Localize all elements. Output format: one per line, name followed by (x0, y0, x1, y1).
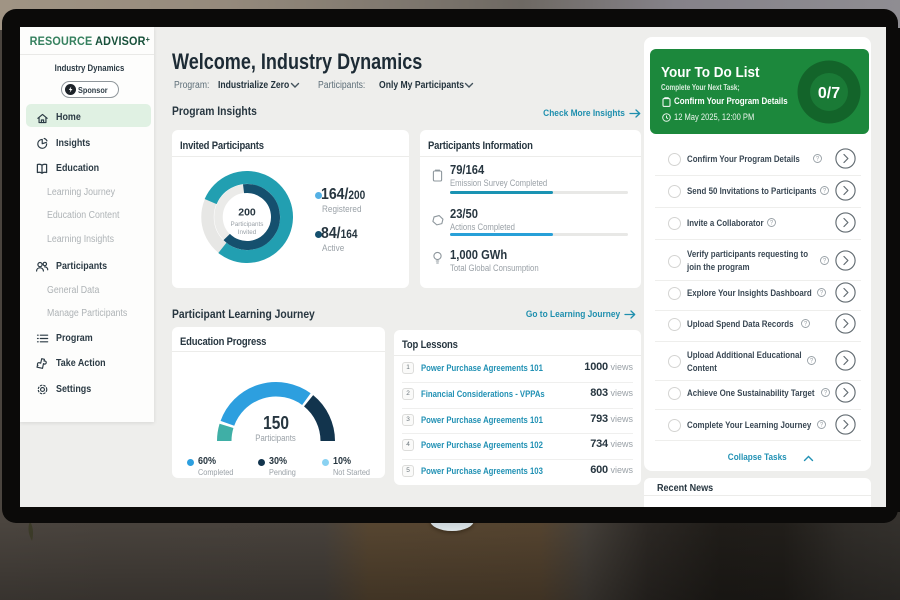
svg-text:Invited: Invited (238, 229, 257, 236)
svg-text:200: 200 (238, 207, 256, 219)
svg-text:0/7: 0/7 (818, 85, 840, 102)
svg-text:Participants: Participants (231, 221, 264, 228)
